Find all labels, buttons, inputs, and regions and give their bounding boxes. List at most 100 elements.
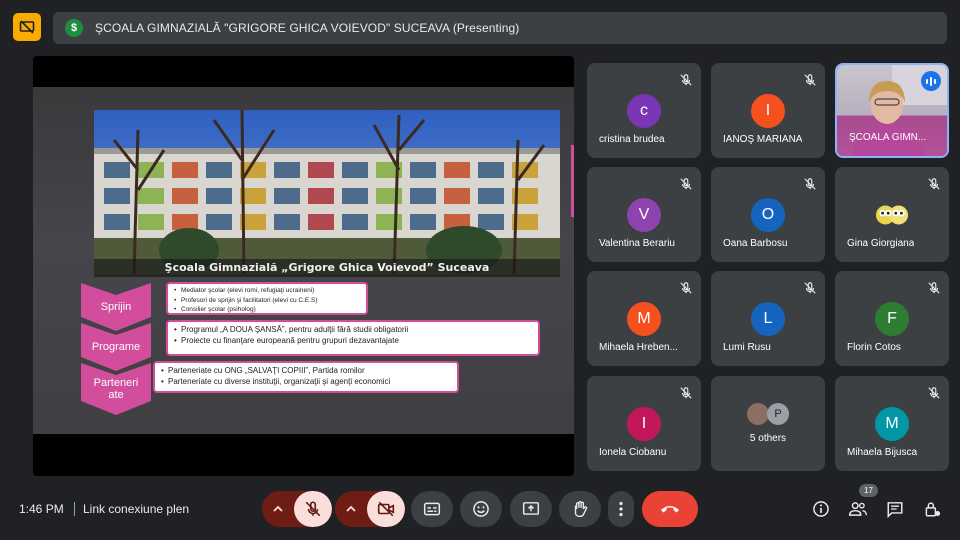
present-now-button[interactable]: [510, 491, 552, 527]
section-label: Programe: [91, 341, 141, 353]
avatar: c: [627, 94, 661, 128]
list-item: Parteneriate cu ONG „SALVAŢI COPIII”, Pa…: [161, 365, 451, 376]
host-controls-button[interactable]: [920, 497, 944, 521]
list-item: Parteneriate cu diverse instituţii, orga…: [161, 376, 451, 387]
mic-off-icon: [928, 178, 940, 190]
camera-control: [335, 491, 405, 527]
avatar: V: [627, 198, 661, 232]
slide: Şcoala Gimnazială „Grigore Ghica Voievod…: [33, 87, 574, 434]
mic-off-icon: [680, 178, 692, 190]
mic-off-icon: [928, 387, 940, 399]
people-count-badge: 17: [859, 484, 878, 497]
owls-avatar-icon: [875, 198, 909, 232]
speaking-indicator-icon: [921, 71, 941, 91]
mic-off-icon: [680, 282, 692, 294]
info-icon: [813, 501, 829, 517]
avatar: M: [627, 302, 661, 336]
list-item: Profesori de sprijin şi facilitatori (el…: [174, 296, 360, 306]
present-off-icon[interactable]: [13, 13, 41, 41]
mic-off-icon: [804, 178, 816, 190]
section-label: Sprijin: [100, 301, 132, 313]
section-label: Parteneri ate: [93, 377, 139, 401]
participant-tile[interactable]: c cristina brudea: [587, 63, 701, 158]
meeting-name: Link conexiune plen: [83, 502, 190, 516]
mic-options-chevron-up-icon[interactable]: [262, 491, 294, 527]
avatar: L: [751, 302, 785, 336]
mic-off-icon: [804, 282, 816, 294]
participant-name: ŞCOALA GIMN...: [849, 132, 927, 143]
avatar: F: [875, 302, 909, 336]
end-call-icon: [661, 506, 679, 513]
slide-caption: Şcoala Gimnazială „Grigore Ghica Voievod…: [94, 259, 560, 277]
chat-button[interactable]: [883, 497, 907, 521]
more-options-button[interactable]: [608, 491, 634, 527]
participant-name: Valentina Berariu: [599, 238, 675, 249]
raise-hand-icon: [574, 501, 588, 517]
divider: [74, 502, 75, 516]
presentation-stage[interactable]: Şcoala Gimnazială „Grigore Ghica Voievod…: [33, 56, 574, 476]
participant-name: Lumi Rusu: [723, 342, 771, 353]
participant-name: IANOŞ MARIANA: [723, 134, 803, 145]
chat-icon: [887, 502, 903, 518]
camera-off-button[interactable]: [367, 491, 405, 527]
participant-tile-others[interactable]: P 5 others: [711, 376, 825, 471]
participant-name: cristina brudea: [599, 134, 665, 145]
mic-off-icon: [928, 282, 940, 294]
participant-tile[interactable]: M Mihaela Hreben...: [587, 271, 701, 366]
presenting-banner: $ ŞCOALA GIMNAZIALĂ "GRIGORE GHICA VOIEV…: [53, 12, 947, 44]
presenter-badge: $: [65, 19, 83, 37]
participant-name: Gina Giorgiana: [847, 238, 915, 249]
list-item: Mediator şcolar (elevi romi, refugiaţi u…: [174, 286, 360, 296]
clock: 1:46 PM: [19, 502, 64, 516]
meeting-info-button[interactable]: [809, 497, 833, 521]
participant-tile-active-speaker[interactable]: ŞCOALA GIMN...: [835, 63, 949, 158]
participant-tile[interactable]: I IANOŞ MARIANA: [711, 63, 825, 158]
section-box-programe: Programul „A DOUA ŞANSĂ”, pentru adulţii…: [166, 320, 540, 356]
participant-tile[interactable]: V Valentina Berariu: [587, 167, 701, 262]
section-box-sprijin: Mediator şcolar (elevi romi, refugiaţi u…: [166, 282, 368, 315]
camera-off-icon: [377, 501, 395, 517]
others-label: 5 others: [749, 433, 787, 444]
emoji-button[interactable]: [460, 491, 502, 527]
mic-off-icon: [680, 74, 692, 86]
participant-tile[interactable]: M Mihaela Bijusca: [835, 376, 949, 471]
more-vert-icon: [619, 501, 623, 517]
participant-name: Oana Barbosu: [723, 238, 788, 249]
mic-off-button[interactable]: [294, 491, 332, 527]
participant-tile[interactable]: F Florin Cotos: [835, 271, 949, 366]
people-button[interactable]: [846, 497, 870, 521]
participant-name: Florin Cotos: [847, 342, 901, 353]
raise-hand-button[interactable]: [559, 491, 601, 527]
present-screen-icon: [522, 502, 540, 515]
participant-tile[interactable]: O Oana Barbosu: [711, 167, 825, 262]
mic-off-icon: [305, 501, 321, 517]
avatar: M: [875, 407, 909, 441]
participant-tile[interactable]: L Lumi Rusu: [711, 271, 825, 366]
people-icon: [848, 502, 867, 516]
avatar: I: [751, 94, 785, 128]
list-item: Programul „A DOUA ŞANSĂ”, pentru adulţii…: [174, 324, 532, 335]
participant-name: Mihaela Bijusca: [847, 447, 918, 458]
presenting-title: ŞCOALA GIMNAZIALĂ "GRIGORE GHICA VOIEVOD…: [95, 21, 520, 35]
list-item: Proiecte cu finanţare europeană pentru g…: [174, 335, 532, 346]
mic-off-icon: [804, 74, 816, 86]
mic-off-icon: [680, 387, 692, 399]
participant-tile[interactable]: I Ionela Ciobanu: [587, 376, 701, 471]
list-item: Consilier şcolar (psiholog): [174, 305, 360, 315]
avatar: I: [627, 407, 661, 441]
participant-name: Ionela Ciobanu: [599, 447, 667, 458]
mic-control: [262, 491, 332, 527]
others-avatar-photo: [747, 403, 769, 425]
captions-icon: [423, 502, 441, 516]
section-chevron-parteneriate: Parteneri ate: [81, 363, 151, 415]
leave-call-button[interactable]: [642, 491, 698, 527]
captions-button[interactable]: [411, 491, 453, 527]
others-avatar: P: [767, 403, 789, 425]
participant-name: Mihaela Hreben...: [599, 342, 678, 353]
camera-options-chevron-up-icon[interactable]: [335, 491, 367, 527]
lock-person-icon: [925, 502, 941, 517]
slide-accent-bar: [571, 145, 574, 217]
avatar: O: [751, 198, 785, 232]
participant-tile[interactable]: Gina Giorgiana: [835, 167, 949, 262]
emoji-icon: [473, 501, 489, 517]
